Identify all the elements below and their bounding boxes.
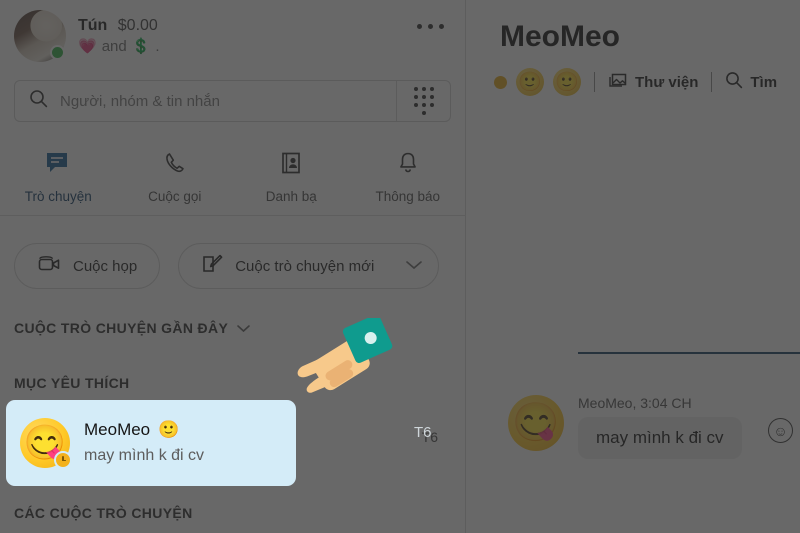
message-meta: MeoMeo, 3:04 CH <box>578 395 692 411</box>
clock-icon <box>494 75 507 89</box>
bell-icon <box>396 151 420 180</box>
section-all-chats-label: CÁC CUỘC TRÒ CHUYỆN <box>14 505 193 521</box>
section-recent-label: CUỘC TRÒ CHUYỆN GẦN ĐÂY <box>14 320 229 336</box>
divider <box>711 72 713 92</box>
message: 😋 MeoMeo, 3:04 CH may mình k đi cv <box>508 395 742 459</box>
avatar[interactable] <box>14 10 66 62</box>
dot-icon <box>428 24 433 29</box>
search-icon <box>29 89 48 113</box>
smiley-icon: 🙂 <box>158 420 180 440</box>
phone-icon <box>163 151 187 180</box>
chat-text: MeoMeo 🙂 may mình k đi cv <box>84 418 204 467</box>
clock-badge-icon <box>54 451 72 469</box>
profile-mood: 💗 and 💲 . <box>78 37 160 57</box>
meeting-button-label: Cuộc họp <box>73 257 138 275</box>
chat-name: MeoMeo <box>84 420 151 440</box>
profile-text: Tún $0.00 💗 and 💲 . <box>78 15 160 57</box>
section-favorites: MỤC YÊU THÍCH <box>14 375 130 391</box>
highlighted-chat-item[interactable]: 😋 MeoMeo 🙂 may mình k đi cv <box>6 400 296 486</box>
profile-name: Tún <box>78 17 108 35</box>
contacts-icon <box>279 151 303 180</box>
message-separator <box>578 352 800 354</box>
message-avatar: 😋 <box>508 395 564 451</box>
tab-chats[interactable]: Trò chuyện <box>0 140 117 215</box>
dot-icon <box>417 24 422 29</box>
profile-mood-suffix: . <box>155 37 160 55</box>
tab-calls[interactable]: Cuộc gọi <box>117 140 234 215</box>
chevron-down-icon[interactable] <box>236 320 251 336</box>
profile-row-primary: Tún $0.00 <box>78 15 160 37</box>
profile-header[interactable]: Tún $0.00 💗 and 💲 . <box>0 0 466 72</box>
tab-chats-label: Trò chuyện <box>24 189 92 204</box>
tab-notifications[interactable]: Thông báo <box>350 140 467 215</box>
conversation-toolbar: 🙂 🙂 Thư viện Tìm <box>494 68 777 96</box>
conversation-title: MeoMeo <box>500 20 620 53</box>
conversation-search-label: Tìm <box>750 73 778 91</box>
chat-name-row: MeoMeo 🙂 <box>84 418 204 442</box>
search-bar[interactable] <box>14 80 451 122</box>
participant-avatar[interactable]: 🙂 <box>516 68 544 96</box>
library-label: Thư viện <box>635 73 699 91</box>
dialpad-icon <box>413 87 434 115</box>
profile-balance: $0.00 <box>117 17 158 35</box>
money-icon: 💲 <box>131 37 151 55</box>
section-recent-chats[interactable]: CUỘC TRÒ CHUYỆN GẦN ĐÂY <box>14 320 251 336</box>
new-chat-button[interactable]: Cuộc trò chuyện mới <box>178 243 440 289</box>
chevron-down-icon[interactable] <box>404 258 424 275</box>
chat-preview: may mình k đi cv <box>84 447 205 465</box>
dialpad-button[interactable] <box>396 81 450 121</box>
more-options-button[interactable] <box>417 24 444 29</box>
tab-contacts-label: Danh bạ <box>265 189 317 204</box>
conversation-search-button[interactable]: Tìm <box>725 71 777 93</box>
section-favorites-label: MỤC YÊU THÍCH <box>14 375 130 391</box>
heart-icon: 💗 <box>78 37 97 55</box>
skype-app-window: Tún $0.00 💗 and 💲 . Người, nhóm & tin nh… <box>0 0 800 533</box>
new-chat-button-label: Cuộc trò chuyện mới <box>235 257 375 275</box>
library-button[interactable]: Thư viện <box>608 72 698 93</box>
pointing-hand-cursor <box>286 314 396 414</box>
message-body: MeoMeo, 3:04 CH may mình k đi cv <box>578 395 742 459</box>
chat-avatar: 😋 <box>20 418 72 469</box>
profile-mood-text: and <box>101 37 127 55</box>
participant-avatar[interactable]: 🙂 <box>553 68 581 96</box>
online-status-dot <box>50 45 65 60</box>
section-all-chats: CÁC CUỘC TRÒ CHUYỆN <box>14 505 193 521</box>
search-input[interactable] <box>60 92 396 110</box>
compose-icon <box>201 253 223 279</box>
add-reaction-button[interactable]: ☺ <box>768 418 793 443</box>
tab-contacts[interactable]: Danh bạ <box>233 140 350 215</box>
meeting-button[interactable]: Cuộc họp <box>14 243 161 289</box>
dot-icon <box>439 24 444 29</box>
chat-icon <box>45 151 71 180</box>
nav-tabs: Trò chuyện Cuộc gọi Danh bạ Thông báo <box>0 140 466 216</box>
search-icon <box>725 71 743 93</box>
video-camera-icon <box>37 254 63 278</box>
tab-notifications-label: Thông báo <box>375 189 441 204</box>
message-bubble[interactable]: may mình k đi cv <box>578 417 742 459</box>
highlighted-chat-timestamp: T6 <box>414 424 432 441</box>
gallery-icon <box>608 72 628 93</box>
tab-calls-label: Cuộc gọi <box>148 189 202 204</box>
divider <box>594 72 595 92</box>
action-buttons: Cuộc họp Cuộc trò chuyện mới <box>14 243 440 289</box>
